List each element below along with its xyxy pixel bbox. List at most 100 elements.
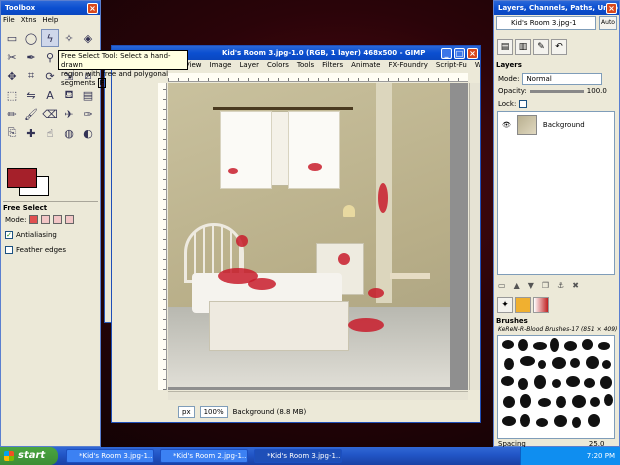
lower-layer-icon[interactable]: ▼ <box>528 281 534 290</box>
free-select-icon[interactable]: ϟ <box>41 29 59 47</box>
auto-button[interactable]: Auto <box>599 16 617 30</box>
tab-brushes-icon[interactable]: ✦ <box>497 297 513 313</box>
zoom-select[interactable]: 100% <box>199 406 228 418</box>
airbrush-icon[interactable]: ✈ <box>60 105 78 123</box>
image-menu-colors[interactable]: Colors <box>267 61 289 72</box>
brush-preview[interactable] <box>518 378 528 390</box>
raise-layer-icon[interactable]: ▲ <box>514 281 520 290</box>
taskbar-item[interactable]: *Kid's Room 3.jpg-1... <box>254 449 342 463</box>
brush-preview[interactable] <box>588 414 600 427</box>
text-icon[interactable]: A <box>41 86 59 104</box>
bucket-fill-icon[interactable]: ⛾ <box>60 86 78 104</box>
paintbrush-icon[interactable]: 🖌 <box>22 105 40 123</box>
horizontal-scrollbar[interactable] <box>168 391 468 400</box>
toolbox-close-button[interactable]: × <box>87 3 98 14</box>
image-menu-tools[interactable]: Tools <box>297 61 314 72</box>
brush-preview[interactable] <box>602 360 611 369</box>
brush-preview[interactable] <box>550 338 559 352</box>
blur-icon[interactable]: ◍ <box>60 124 78 142</box>
ellipse-select-icon[interactable]: ◯ <box>22 29 40 47</box>
pencil-icon[interactable]: ✏ <box>3 105 21 123</box>
fuzzy-select-icon[interactable]: ✧ <box>60 29 78 47</box>
brush-preview[interactable] <box>502 340 514 349</box>
brush-preview[interactable] <box>533 342 547 350</box>
brush-preview[interactable] <box>552 357 566 369</box>
rotate-icon[interactable]: ⟳ <box>41 67 59 85</box>
image-menu-animate[interactable]: Animate <box>351 61 380 72</box>
canvas-area[interactable] <box>168 83 468 390</box>
brush-preview[interactable] <box>538 360 546 369</box>
brush-preview[interactable] <box>572 417 581 428</box>
brush-preview[interactable] <box>590 397 600 407</box>
image-menu-fxfoundry[interactable]: FX-Foundry <box>389 61 428 72</box>
clock[interactable]: 7:20 PM <box>587 452 615 460</box>
layer-row[interactable]: 👁 Background <box>498 114 614 136</box>
brush-preview[interactable] <box>554 415 567 427</box>
brush-preview[interactable] <box>520 356 535 366</box>
opacity-value[interactable]: 100.0 <box>587 87 607 95</box>
image-select[interactable]: Kid's Room 3.jpg-1 <box>496 16 596 30</box>
color-area[interactable] <box>7 166 77 202</box>
tab-patterns-icon[interactable] <box>515 297 531 313</box>
heal-icon[interactable]: ✚ <box>22 124 40 142</box>
toolbox-menu-file[interactable]: File <box>3 16 15 24</box>
brush-preview[interactable] <box>598 342 610 350</box>
image-menu-filters[interactable]: Filters <box>322 61 343 72</box>
toolbox-menu-xtns[interactable]: Xtns <box>21 16 37 24</box>
antialiasing-row[interactable]: ✓ Antialiasing <box>5 231 57 239</box>
image-menu-windows[interactable]: Windows <box>475 61 480 72</box>
eye-icon[interactable]: 👁 <box>502 121 511 129</box>
crop-icon[interactable]: ⌗ <box>22 67 40 85</box>
brush-preview[interactable] <box>572 395 586 408</box>
toolbox-menu-help[interactable]: Help <box>42 16 58 24</box>
feather-checkbox[interactable] <box>5 246 13 254</box>
taskbar-item[interactable]: *Kid's Room 3.jpg-1... <box>66 449 154 463</box>
clone-icon[interactable]: ⎘ <box>3 124 21 142</box>
brush-preview[interactable] <box>570 358 580 368</box>
perspective-icon[interactable]: ⬚ <box>3 86 21 104</box>
dock-titlebar[interactable]: Layers, Channels, Paths, Undo × <box>494 1 619 15</box>
scissors-icon[interactable]: ✂ <box>3 48 21 66</box>
image-menu-scriptfu[interactable]: Script-Fu <box>436 61 467 72</box>
brush-preview[interactable] <box>504 358 514 370</box>
lock-alpha-checkbox[interactable] <box>519 100 528 108</box>
blend-icon[interactable]: ▤ <box>79 86 97 104</box>
image-canvas[interactable] <box>168 83 450 387</box>
minimize-button[interactable]: _ <box>441 48 452 59</box>
horizontal-ruler[interactable] <box>168 73 468 82</box>
vertical-ruler[interactable] <box>158 83 167 390</box>
brush-preview[interactable] <box>518 339 528 351</box>
opacity-slider[interactable] <box>529 89 584 93</box>
dock-close-button[interactable]: × <box>606 3 617 14</box>
vertical-scrollbar[interactable] <box>469 83 480 390</box>
brush-preview[interactable] <box>520 394 531 408</box>
dodge-icon[interactable]: ◐ <box>79 124 97 142</box>
brush-preview[interactable] <box>552 379 561 388</box>
taskbar-item[interactable]: *Kid's Room 2.jpg-1... <box>160 449 248 463</box>
maximize-button[interactable]: □ <box>454 48 465 59</box>
eraser-icon[interactable]: ⌫ <box>41 105 59 123</box>
rect-select-icon[interactable]: ▭ <box>3 29 21 47</box>
color-picker-icon[interactable]: ⚲ <box>41 48 59 66</box>
feather-row[interactable]: Feather edges <box>5 246 66 254</box>
brush-preview[interactable] <box>582 339 593 350</box>
mode-add-button[interactable] <box>41 215 51 224</box>
paths-icon[interactable]: ✒ <box>22 48 40 66</box>
start-button[interactable]: start <box>0 447 58 465</box>
ink-icon[interactable]: ✑ <box>79 105 97 123</box>
tab-channels-icon[interactable]: ▥ <box>515 39 531 55</box>
image-menu-layer[interactable]: Layer <box>239 61 259 72</box>
foreground-color-swatch-top[interactable] <box>7 168 37 188</box>
delete-layer-icon[interactable]: ✖ <box>572 281 579 290</box>
mode-replace-button[interactable] <box>29 215 39 224</box>
layer-mode-select[interactable]: Normal <box>522 73 603 85</box>
image-menu-image[interactable]: Image <box>210 61 232 72</box>
antialiasing-checkbox[interactable]: ✓ <box>5 231 13 239</box>
mode-intersect-button[interactable] <box>65 215 75 224</box>
brush-preview[interactable] <box>538 398 551 407</box>
mode-subtract-button[interactable] <box>53 215 63 224</box>
duplicate-layer-icon[interactable]: ❐ <box>542 281 549 290</box>
flip-icon[interactable]: ⇋ <box>22 86 40 104</box>
brush-preview[interactable] <box>586 356 599 369</box>
move-icon[interactable]: ✥ <box>3 67 21 85</box>
